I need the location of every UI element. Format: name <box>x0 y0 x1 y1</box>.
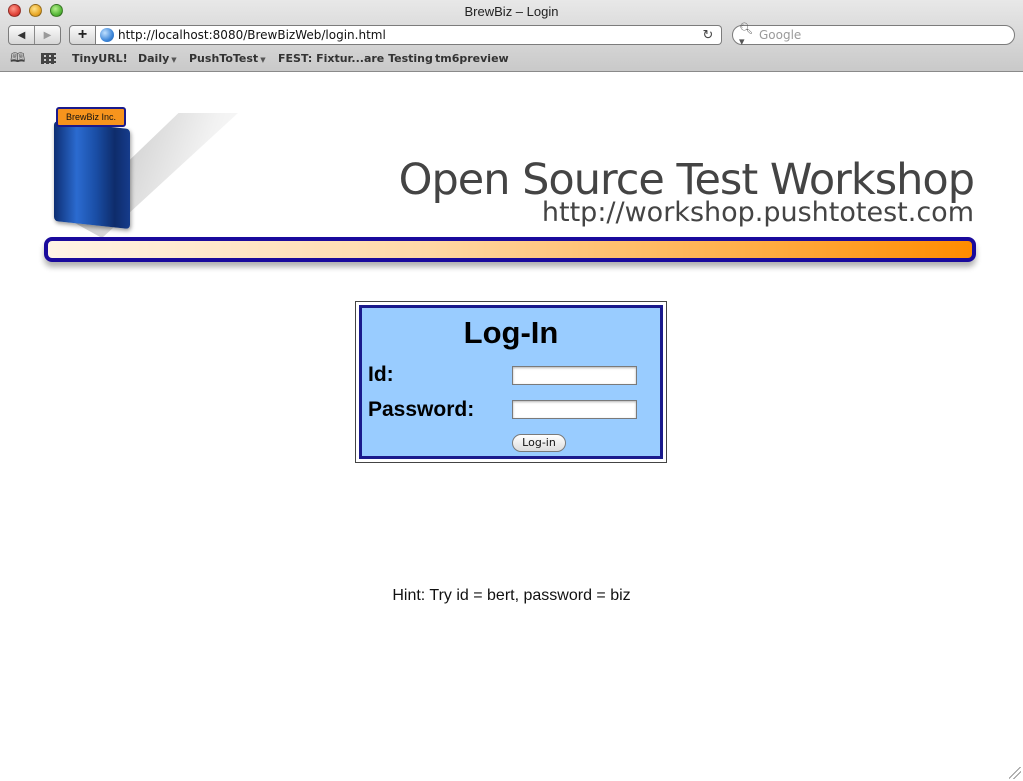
bookmark-fest[interactable]: FEST: Fixtur...are Testing <box>278 52 433 65</box>
login-panel: Log-In Id: Password: Log-in <box>355 301 667 463</box>
search-placeholder: Google <box>759 28 802 42</box>
search-input[interactable]: 🔍︎▾ Google <box>732 22 1015 48</box>
globe-icon <box>100 28 114 42</box>
bookmark-tm6preview[interactable]: tm6preview <box>435 52 509 65</box>
add-bookmark-button[interactable]: + <box>69 25 96 45</box>
back-forward-group: ◀ ▶ <box>8 25 61 45</box>
url-text[interactable]: http://localhost:8080/BrewBizWeb/login.h… <box>118 28 699 42</box>
open-book-icon[interactable]: 🕮︎ <box>10 51 28 65</box>
forward-arrow-icon: ▶ <box>43 29 52 41</box>
brewbiz-logo: BrewBiz Inc. <box>38 105 238 238</box>
id-input[interactable] <box>512 366 637 385</box>
search-icon[interactable]: 🔍︎▾ <box>739 22 757 48</box>
login-button[interactable]: Log-in <box>512 434 566 452</box>
banner-bar <box>44 237 976 262</box>
title-bar: BrewBiz – Login <box>0 0 1023 22</box>
id-label: Id: <box>368 363 394 386</box>
back-button[interactable]: ◀ <box>9 26 34 44</box>
grid-icon[interactable] <box>41 53 56 64</box>
resize-grip-icon[interactable] <box>1009 767 1021 779</box>
login-hint: Hint: Try id = bert, password = biz <box>392 587 631 604</box>
window-title: BrewBiz – Login <box>464 4 559 19</box>
password-label: Password: <box>368 398 475 421</box>
address-bar[interactable]: http://localhost:8080/BrewBizWeb/login.h… <box>96 25 722 45</box>
page-content: BrewBiz Inc. Open Source Test Workshop h… <box>0 73 1023 781</box>
bookmarks-bar: 🕮︎ TinyURL! Daily ▼ PushToTest ▼ FEST: Fix… <box>0 50 1023 68</box>
logo-box <box>54 121 130 229</box>
bookmark-pushtotest[interactable]: PushToTest ▼ <box>189 52 266 65</box>
reload-icon[interactable]: ↻ <box>699 27 717 43</box>
back-arrow-icon: ◀ <box>17 29 26 41</box>
bookmark-daily[interactable]: Daily ▼ <box>138 52 177 65</box>
login-box: Log-In Id: Password: Log-in <box>359 305 663 459</box>
password-input[interactable] <box>512 400 637 419</box>
chevron-down-icon: ▼ <box>171 56 177 64</box>
forward-button[interactable]: ▶ <box>34 26 60 44</box>
banner-url: http://workshop.pushtotest.com <box>541 197 974 228</box>
login-heading: Log-In <box>463 315 559 350</box>
bookmark-tinyurl[interactable]: TinyURL! <box>72 52 128 65</box>
browser-chrome: BrewBiz – Login ◀ ▶ + http://localhost:8… <box>0 0 1023 72</box>
chevron-down-icon: ▼ <box>260 56 266 64</box>
logo-label: BrewBiz Inc. <box>56 107 126 127</box>
